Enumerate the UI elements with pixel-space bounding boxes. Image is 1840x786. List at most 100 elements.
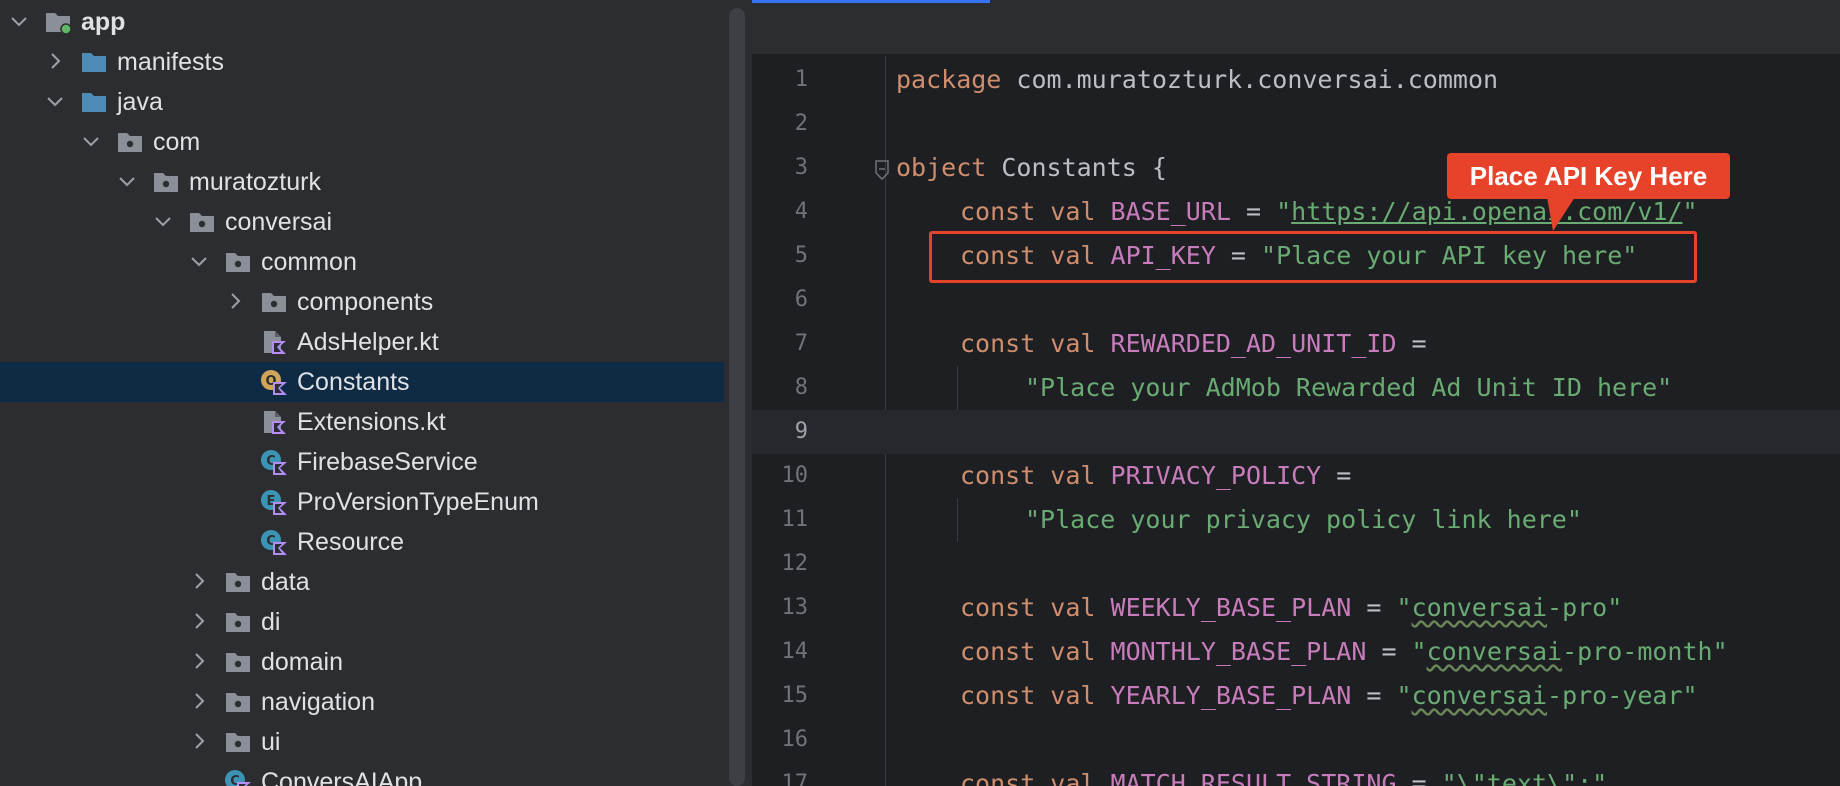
code-token: "Place your AdMob Rewarded Ad Unit ID he…: [1025, 373, 1673, 402]
package-icon: [224, 649, 252, 675]
tree-item[interactable]: di: [0, 602, 724, 642]
code-line[interactable]: 15 const val YEARLY_BASE_PLAN = "conversa…: [752, 674, 1840, 718]
code-token: WEEKLY_BASE_PLAN: [1110, 593, 1352, 622]
package-icon: [260, 289, 288, 315]
code-token: -pro-month": [1562, 637, 1728, 666]
chevron-right-icon[interactable]: [188, 610, 210, 632]
line-number: 11: [781, 507, 809, 532]
tree-item-label: di: [261, 608, 281, 636]
tree-item[interactable]: muratozturk: [0, 162, 724, 202]
code-line[interactable]: 2: [752, 102, 1840, 146]
code-token: const val: [960, 681, 1111, 710]
tree-item[interactable]: ui: [0, 722, 724, 762]
code-token: conversai: [1426, 637, 1563, 666]
tree-item[interactable]: conversai: [0, 202, 724, 242]
tree-item[interactable]: data: [0, 562, 724, 602]
code-token: =: [1321, 461, 1352, 490]
chevron-down-icon[interactable]: [44, 90, 66, 112]
tree-item[interactable]: app: [0, 2, 724, 42]
code-token: https://api.openai.com/v1/: [1291, 197, 1683, 226]
code-token: com.muratozturk.conversai.common: [1001, 65, 1499, 94]
code-token: const val: [960, 329, 1111, 358]
tree-item[interactable]: domain: [0, 642, 724, 682]
code-line[interactable]: 9: [752, 410, 1840, 454]
code-editor[interactable]: 1 package com.muratozturk.conversai.commo…: [752, 0, 1840, 786]
indent-guide: [957, 498, 958, 542]
tree-item[interactable]: O Constants: [0, 362, 724, 402]
kotlin-file-icon: [260, 329, 288, 355]
fold-marker-icon[interactable]: [874, 160, 890, 180]
code-token: package: [896, 65, 1002, 94]
chevron-right-icon[interactable]: [188, 690, 210, 712]
line-number: 6: [794, 287, 808, 312]
code-line[interactable]: 8 "Place your AdMob Rewarded Ad Unit ID h…: [752, 366, 1840, 410]
chevron-down-icon[interactable]: [152, 210, 174, 232]
tree-item[interactable]: com: [0, 122, 724, 162]
line-number: 2: [794, 111, 808, 136]
chevron-down-icon[interactable]: [116, 170, 138, 192]
chevron-down-icon[interactable]: [188, 250, 210, 272]
api-key-highlight-box: [929, 231, 1697, 283]
package-icon: [116, 129, 144, 155]
package-icon: [224, 569, 252, 595]
tree-item-label: Resource: [297, 528, 404, 556]
line-number: 13: [781, 595, 809, 620]
code-token: ": [1396, 681, 1412, 710]
chevron-right-icon[interactable]: [44, 50, 66, 72]
chevron-right-icon[interactable]: [224, 290, 246, 312]
tree-item[interactable]: navigation: [0, 682, 724, 722]
code-line[interactable]: 17 const val MATCH_RESULT_STRING = "\"tex…: [752, 762, 1840, 786]
code-line[interactable]: 14 const val MONTHLY_BASE_PLAN = "convers…: [752, 630, 1840, 674]
code-line[interactable]: 6: [752, 278, 1840, 322]
tree-item-label: domain: [261, 648, 343, 676]
line-number: 9: [794, 419, 808, 444]
code-token: -pro": [1547, 593, 1623, 622]
line-number: 8: [794, 375, 808, 400]
code-line[interactable]: 10 const val PRIVACY_POLICY =: [752, 454, 1840, 498]
code-text: const val YEARLY_BASE_PLAN = "conversai-…: [960, 682, 1698, 710]
tree-item[interactable]: common: [0, 242, 724, 282]
code-token: "Place your privacy policy link here": [1025, 505, 1582, 534]
code-text: object Constants {: [896, 154, 1167, 182]
active-tab-indicator[interactable]: [752, 0, 990, 3]
code-token: "\"text\":": [1441, 769, 1608, 786]
tree-item[interactable]: C FirebaseService: [0, 442, 724, 482]
tree-scrollbar[interactable]: [729, 8, 745, 786]
tree-item[interactable]: C ConversAIApp: [0, 762, 724, 786]
line-number: 3: [794, 155, 808, 180]
code-line[interactable]: 7 const val REWARDED_AD_UNIT_ID =: [752, 322, 1840, 366]
tree-item[interactable]: Extensions.kt: [0, 402, 724, 442]
tree-item[interactable]: C Resource: [0, 522, 724, 562]
code-token: =: [1351, 681, 1397, 710]
kotlin-class-icon: C: [260, 449, 288, 475]
code-text: const val REWARDED_AD_UNIT_ID =: [960, 330, 1427, 358]
code-line[interactable]: 16: [752, 718, 1840, 762]
kotlin-object-icon: O: [260, 369, 288, 395]
tree-item-label: Constants: [297, 368, 410, 396]
tree-item[interactable]: E ProVersionTypeEnum: [0, 482, 724, 522]
tree-item-label: muratozturk: [189, 168, 321, 196]
tree-item[interactable]: java: [0, 82, 724, 122]
tree-item[interactable]: manifests: [0, 42, 724, 82]
chevron-right-icon[interactable]: [188, 570, 210, 592]
code-line[interactable]: 11 "Place your privacy policy link here": [752, 498, 1840, 542]
tree-item-label: java: [117, 88, 163, 116]
code-token: REWARDED_AD_UNIT_ID: [1110, 329, 1397, 358]
tree-item[interactable]: components: [0, 282, 724, 322]
code-line[interactable]: 12: [752, 542, 1840, 586]
kotlin-file-icon: [260, 409, 288, 435]
tree-item-label: FirebaseService: [297, 448, 478, 476]
chevron-right-icon[interactable]: [188, 650, 210, 672]
chevron-down-icon[interactable]: [80, 130, 102, 152]
tree-item-label: navigation: [261, 688, 375, 716]
code-token: =: [1351, 593, 1397, 622]
code-line[interactable]: 1 package com.muratozturk.conversai.commo…: [752, 58, 1840, 102]
chevron-down-icon[interactable]: [8, 10, 30, 32]
code-text: "Place your AdMob Rewarded Ad Unit ID he…: [1025, 374, 1672, 402]
chevron-right-icon[interactable]: [188, 730, 210, 752]
code-line[interactable]: 13 const val WEEKLY_BASE_PLAN = "conversa…: [752, 586, 1840, 630]
tree-item-label: data: [261, 568, 310, 596]
tree-item[interactable]: AdsHelper.kt: [0, 322, 724, 362]
tree-item-label: ui: [261, 728, 281, 756]
package-icon: [224, 729, 252, 755]
